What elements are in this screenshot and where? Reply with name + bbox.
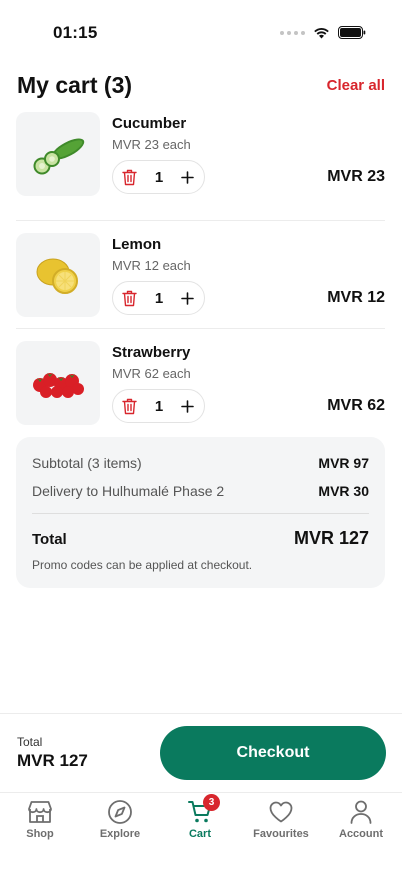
battery-icon bbox=[338, 26, 366, 39]
checkout-total-value: MVR 127 bbox=[17, 751, 88, 770]
tab-explore[interactable]: Explore bbox=[80, 799, 160, 840]
total-value: MVR 127 bbox=[293, 528, 369, 548]
item-unit-price: MVR 23 each bbox=[112, 137, 191, 152]
promo-note: Promo codes can be applied at checkout. bbox=[32, 558, 253, 572]
cart-list: Cucumber MVR 23 each 1 MVR 23 Lemon MVR … bbox=[16, 112, 385, 436]
plus-icon[interactable] bbox=[181, 170, 194, 184]
cart-item-strawberry: Strawberry MVR 62 each 1 MVR 62 bbox=[16, 328, 385, 436]
tab-account[interactable]: Account bbox=[321, 799, 401, 840]
trash-icon[interactable] bbox=[122, 398, 137, 415]
cucumber-image bbox=[16, 112, 100, 196]
trash-icon[interactable] bbox=[122, 169, 137, 186]
tab-label: Shop bbox=[26, 828, 54, 840]
checkout-bar: Total MVR 127 Checkout bbox=[0, 713, 402, 792]
item-name: Lemon bbox=[112, 236, 162, 253]
tab-cart[interactable]: 3 Cart bbox=[160, 794, 240, 840]
heart-icon bbox=[269, 801, 293, 823]
cart-header: My cart (3) Clear all bbox=[17, 72, 385, 102]
page-title: My cart (3) bbox=[17, 72, 133, 98]
tab-shop[interactable]: Shop bbox=[0, 799, 80, 840]
tab-bar: Shop Explore 3 Cart Favourites Account bbox=[0, 792, 402, 874]
delivery-label: Delivery to Hulhumalé Phase 2 bbox=[32, 483, 225, 499]
item-total-price: MVR 23 bbox=[327, 168, 385, 185]
subtotal-label: Subtotal (3 items) bbox=[32, 455, 142, 471]
item-name: Cucumber bbox=[112, 115, 187, 132]
status-time: 01:15 bbox=[53, 23, 98, 42]
item-total-price: MVR 12 bbox=[327, 289, 385, 306]
total-row: Total MVR 127 bbox=[32, 528, 369, 549]
status-bar: 01:15 bbox=[0, 0, 402, 64]
tab-label: Account bbox=[339, 828, 383, 840]
lemon-image bbox=[16, 233, 100, 317]
cart-item-cucumber: Cucumber MVR 23 each 1 MVR 23 bbox=[16, 112, 385, 220]
status-icons bbox=[280, 26, 366, 39]
subtotal-row: Subtotal (3 items) MVR 97 bbox=[32, 455, 369, 471]
wifi-icon bbox=[314, 27, 329, 38]
subtotal-value: MVR 97 bbox=[318, 455, 369, 471]
plus-icon[interactable] bbox=[181, 291, 194, 305]
item-name: Strawberry bbox=[112, 344, 191, 361]
plus-icon[interactable] bbox=[181, 399, 194, 413]
delivery-row: Delivery to Hulhumalé Phase 2 MVR 30 bbox=[32, 483, 369, 499]
store-icon bbox=[28, 801, 52, 823]
compass-icon bbox=[108, 800, 132, 824]
checkout-button[interactable]: Checkout bbox=[160, 726, 386, 780]
total-label: Total bbox=[32, 531, 67, 548]
cellular-signal-icon bbox=[280, 30, 305, 35]
quantity-stepper: 1 bbox=[112, 281, 205, 315]
quantity-stepper: 1 bbox=[112, 160, 205, 194]
cart-item-lemon: Lemon MVR 12 each 1 MVR 12 bbox=[16, 220, 385, 328]
summary-divider bbox=[32, 513, 369, 514]
quantity-stepper: 1 bbox=[112, 389, 205, 423]
tab-favourites[interactable]: Favourites bbox=[241, 799, 321, 840]
item-unit-price: MVR 62 each bbox=[112, 366, 191, 381]
strawberry-image bbox=[16, 341, 100, 425]
checkout-total-label: Total bbox=[17, 735, 43, 749]
quantity-value: 1 bbox=[154, 289, 164, 307]
tab-label: Favourites bbox=[253, 828, 309, 840]
trash-icon[interactable] bbox=[122, 290, 137, 307]
item-total-price: MVR 62 bbox=[327, 397, 385, 414]
quantity-value: 1 bbox=[154, 168, 164, 186]
item-unit-price: MVR 12 each bbox=[112, 258, 191, 273]
delivery-value: MVR 30 bbox=[318, 483, 369, 499]
tab-label: Explore bbox=[99, 828, 141, 840]
clear-all-button[interactable]: Clear all bbox=[327, 77, 385, 94]
quantity-value: 1 bbox=[154, 397, 164, 415]
order-summary-card: Subtotal (3 items) MVR 97 Delivery to Hu… bbox=[16, 437, 385, 588]
tab-label: Cart bbox=[188, 828, 211, 840]
person-icon bbox=[350, 800, 372, 824]
cart-badge: 3 bbox=[203, 794, 220, 811]
